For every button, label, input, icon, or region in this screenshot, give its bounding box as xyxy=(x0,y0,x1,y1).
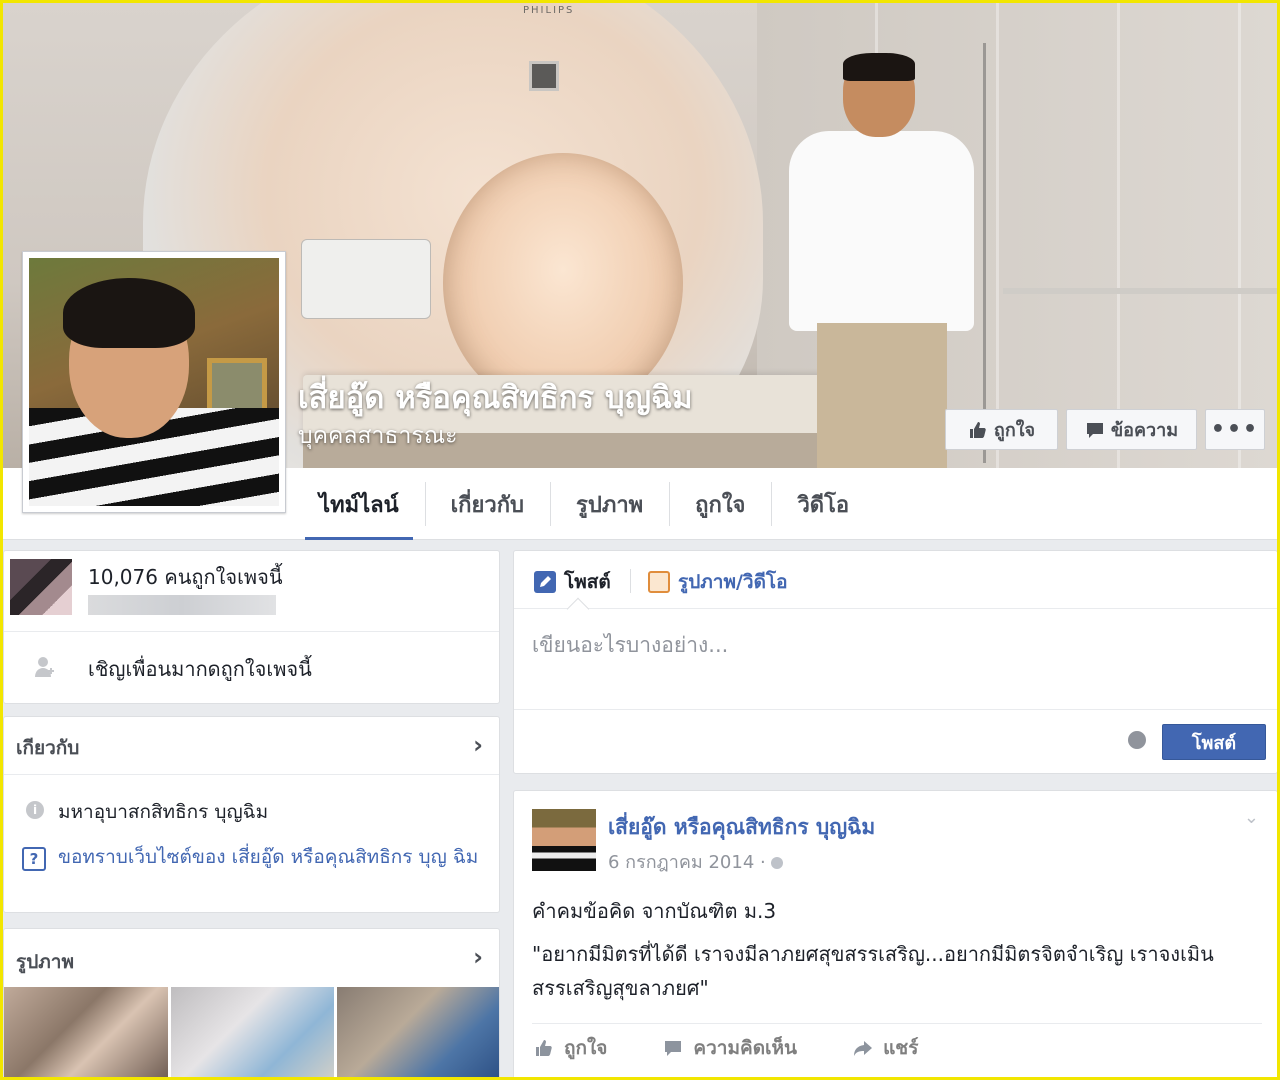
about-description: มหาอุบาสกสิทธิกร บุญฉิม xyxy=(58,801,269,823)
timeline-post: เสี่ยอู๊ด หรือคุณสิทธิกร บุญฉิม 6 กรกฎาค… xyxy=(513,790,1278,1080)
composer-footer: โพสต์ xyxy=(514,709,1277,775)
photos-grid xyxy=(4,987,499,1079)
blurred-friends-text xyxy=(88,595,276,615)
about-box-title: เกียวกับ xyxy=(16,737,80,759)
photo-thumbnail[interactable] xyxy=(337,987,499,1079)
about-box-header[interactable]: เกียวกับ › xyxy=(4,717,499,775)
post-submit-button[interactable]: โพสต์ xyxy=(1162,724,1266,760)
post-composer: โพสต์ รูปภาพ/วิดีโอ เขียนอะไรบางอย่าง...… xyxy=(513,550,1278,774)
message-icon xyxy=(1086,422,1103,438)
post-like-button[interactable]: ถูกใจ xyxy=(534,1033,607,1063)
composer-tab-post-label: โพสต์ xyxy=(564,571,611,593)
comment-icon xyxy=(665,1040,682,1056)
about-box: เกียวกับ › i มหาอุบาสกสิทธิกร บุญฉิม ? ข… xyxy=(3,716,500,913)
post-author-avatar[interactable] xyxy=(532,809,596,871)
info-icon: i xyxy=(26,801,44,819)
post-share-label: แชร์ xyxy=(883,1036,919,1059)
post-text-body: "อยากมีมิตรที่ได้ดี เราจงมีลาภยศสุขสรรเส… xyxy=(532,942,1214,1000)
profile-picture[interactable] xyxy=(22,251,286,513)
composer-input[interactable]: เขียนอะไรบางอย่าง... xyxy=(532,629,728,662)
chevron-down-icon[interactable]: ⌄ xyxy=(1244,807,1259,828)
thumbs-up-icon xyxy=(536,1039,552,1056)
mri-brand-label: PHILIPS xyxy=(523,5,575,16)
likes-count[interactable]: 10,076 คนถูกใจเพจนี้ xyxy=(88,561,283,593)
thumbs-up-icon xyxy=(969,421,986,438)
ask-website-link[interactable]: ขอทราบเว็บไซต์ของ เสี่ยอู๊ด หรือคุณสิทธิ… xyxy=(58,845,488,870)
message-button[interactable]: ข้อความ xyxy=(1066,409,1197,450)
globe-icon xyxy=(771,857,784,869)
profile-picture-image xyxy=(29,258,279,506)
composer-tab-photo-video[interactable]: รูปภาพ/วิดีโอ xyxy=(648,567,788,597)
globe-icon[interactable] xyxy=(1128,731,1146,749)
photos-box: รูปภาพ › xyxy=(3,928,500,1080)
mri-screen xyxy=(529,61,559,91)
add-friend-icon xyxy=(35,657,54,677)
post-share-button[interactable]: แชร์ xyxy=(853,1033,918,1063)
chevron-right-icon[interactable]: › xyxy=(473,731,483,759)
post-like-label: ถูกใจ xyxy=(564,1036,608,1059)
composer-tabs: โพสต์ รูปภาพ/วิดีโอ xyxy=(514,551,1277,621)
bed-frame xyxy=(1003,288,1277,294)
tab-likes[interactable]: ถูกใจ xyxy=(669,468,771,540)
post-comment-button[interactable]: ความคิดเห็น xyxy=(663,1033,797,1063)
message-label: ข้อความ xyxy=(1110,420,1179,441)
pencil-icon xyxy=(534,571,556,593)
mri-control-panel xyxy=(301,239,431,319)
more-options-button[interactable]: ••• xyxy=(1205,409,1265,450)
page-title[interactable]: เสี่ยอู๊ด หรือคุณสิทธิกร บุญฉิม xyxy=(298,372,693,422)
post-action-bar: ถูกใจ ความคิดเห็น แชร์ xyxy=(532,1023,1262,1071)
photo-thumbnail[interactable] xyxy=(170,987,335,1079)
tab-photos[interactable]: รูปภาพ xyxy=(550,468,669,540)
page-category: บุคคลสาธารณะ xyxy=(298,423,458,449)
post-text-heading: คำคมข้อคิด จากบัณฑิต ม.3 xyxy=(532,899,777,923)
cover-person xyxy=(789,53,974,468)
invite-friends-link[interactable]: เชิญเพื่อนมากดถูกใจเพจนี้ xyxy=(88,653,312,685)
active-tab-caret xyxy=(566,597,590,621)
post-timestamp[interactable]: 6 กรกฎาคม 2014 · xyxy=(608,847,784,876)
post-date: 6 กรกฎาคม 2014 · xyxy=(608,852,772,873)
composer-tab-post[interactable]: โพสต์ xyxy=(534,567,611,597)
chevron-right-icon[interactable]: › xyxy=(473,943,483,971)
like-page-label: ถูกใจ xyxy=(993,420,1036,441)
tab-about[interactable]: เกี่ยวกับ xyxy=(424,468,550,540)
iv-stand xyxy=(983,43,986,463)
cover-action-buttons: ถูกใจ ข้อความ ••• xyxy=(945,409,1265,450)
likes-box: 10,076 คนถูกใจเพจนี้ เชิญเพื่อนมากดถูกใจ… xyxy=(3,550,500,704)
page-tabs: ไทม์ไลน์ เกี่ยวกับ รูปภาพ ถูกใจ วิดีโอ xyxy=(293,468,875,540)
post-comment-label: ความคิดเห็น xyxy=(693,1036,798,1059)
photos-box-title[interactable]: รูปภาพ xyxy=(16,947,74,977)
photo-thumbnail[interactable] xyxy=(4,987,168,1079)
question-icon: ? xyxy=(22,847,46,871)
tab-videos[interactable]: วิดีโอ xyxy=(771,468,875,540)
tab-timeline[interactable]: ไทม์ไลน์ xyxy=(293,468,425,540)
friend-avatar-blurred xyxy=(10,559,72,615)
photo-icon xyxy=(648,571,670,593)
share-arrow-icon xyxy=(854,1040,873,1056)
post-author-name[interactable]: เสี่ยอู๊ด หรือคุณสิทธิกร บุญฉิม xyxy=(608,811,875,844)
composer-tab-photo-label: รูปภาพ/วิดีโอ xyxy=(678,571,788,593)
like-page-button[interactable]: ถูกใจ xyxy=(945,409,1058,450)
